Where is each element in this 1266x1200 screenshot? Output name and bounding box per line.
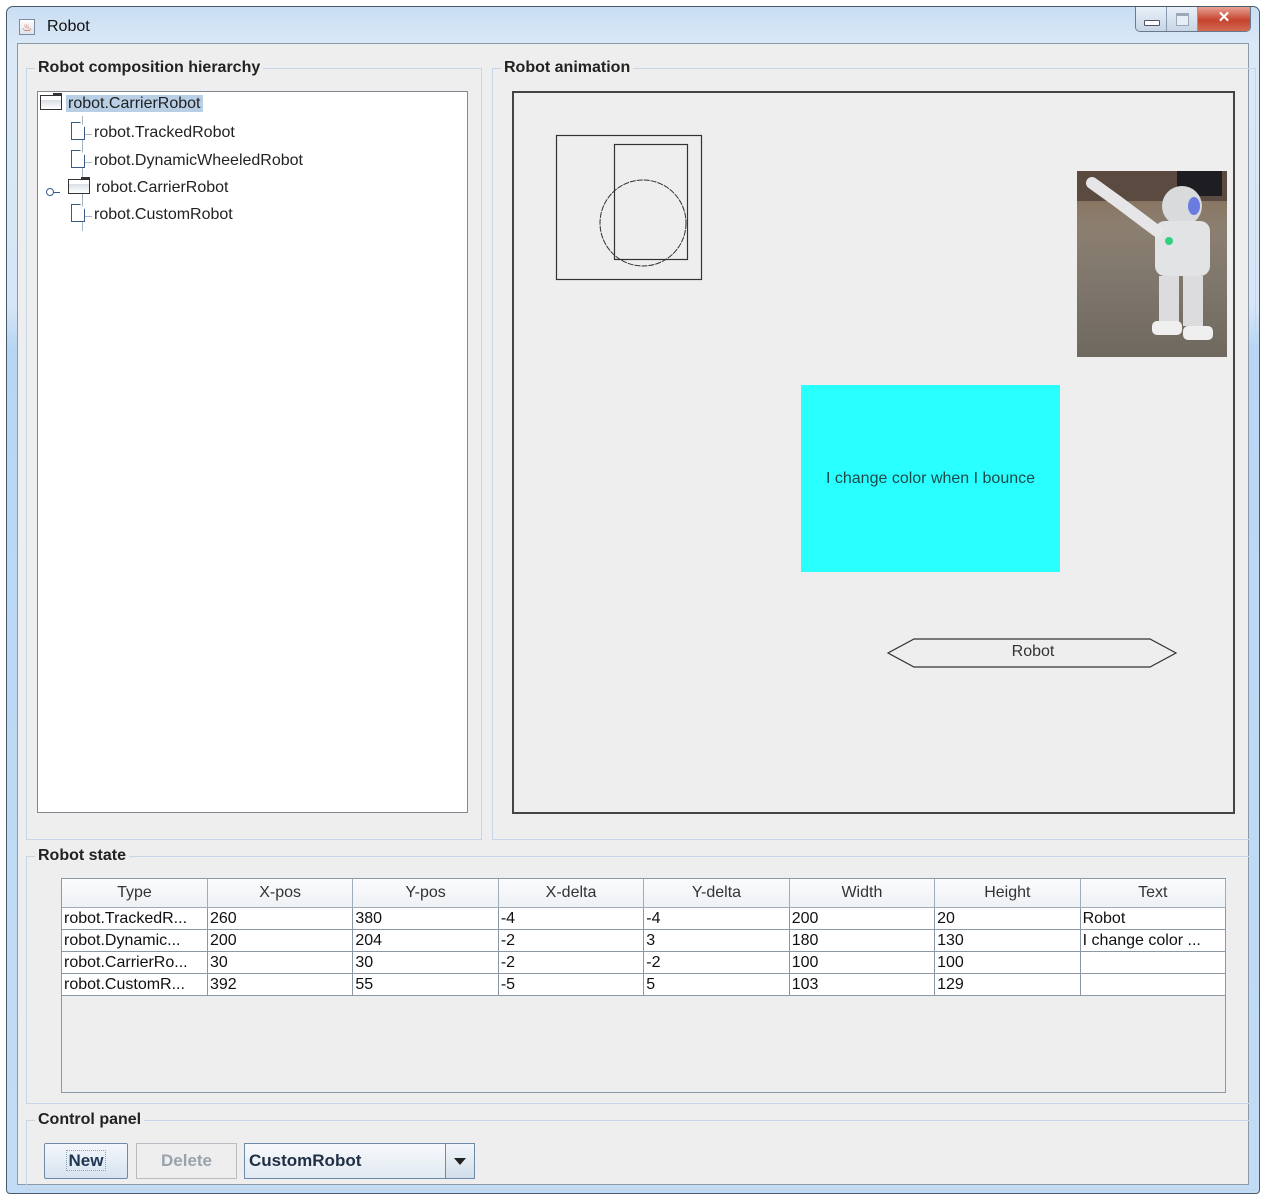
cell-x-delta[interactable]: -2 bbox=[497, 929, 645, 952]
robot-type-selected-value: CustomRobot bbox=[249, 1151, 362, 1170]
column-header-x-delta[interactable]: X-delta bbox=[497, 879, 645, 908]
cell-type[interactable]: robot.CustomR... bbox=[62, 973, 208, 996]
inner-robot-circle bbox=[599, 179, 687, 267]
content-pane: Robot composition hierarchy robot.Carrie… bbox=[17, 43, 1256, 1190]
tree-node-label: robot.CustomRobot bbox=[94, 206, 233, 223]
column-header-width[interactable]: Width bbox=[788, 879, 936, 908]
nao-robot-illustration bbox=[1077, 171, 1227, 340]
tree-node[interactable]: robot.CustomRobot bbox=[71, 203, 235, 227]
tree-node-root[interactable]: robot.CarrierRobot bbox=[40, 92, 203, 116]
animation-canvas[interactable]: I change color when I bounce Robot bbox=[512, 91, 1235, 814]
cell-text[interactable] bbox=[1079, 973, 1227, 996]
folder-icon bbox=[40, 93, 62, 110]
control-panel-title: Control panel bbox=[35, 1110, 145, 1130]
table-row[interactable]: robot.CustomR... 392 55 -5 5 103 129 bbox=[62, 973, 1227, 996]
cell-x-delta[interactable]: -5 bbox=[497, 973, 645, 996]
cell-height[interactable]: 129 bbox=[934, 973, 1081, 996]
column-header-height[interactable]: Height bbox=[934, 879, 1081, 908]
maximize-button[interactable] bbox=[1167, 7, 1198, 31]
new-robot-button[interactable]: New bbox=[44, 1143, 128, 1179]
table-row[interactable]: robot.TrackedR... 260 380 -4 -4 200 20 R… bbox=[62, 907, 1227, 930]
cell-y-pos[interactable]: 55 bbox=[352, 973, 499, 996]
maximize-icon bbox=[1176, 13, 1189, 26]
file-icon bbox=[71, 204, 85, 222]
minimize-button[interactable] bbox=[1136, 7, 1167, 31]
column-header-y-pos[interactable]: Y-pos bbox=[352, 879, 499, 908]
carrier-robot-frame bbox=[555, 134, 703, 281]
animation-panel-title: Robot animation bbox=[501, 58, 634, 78]
close-button[interactable]: ✕ bbox=[1198, 7, 1250, 31]
tree-node[interactable]: robot.DynamicWheeledRobot bbox=[71, 149, 305, 173]
dynamic-wheeled-robot: I change color when I bounce bbox=[801, 385, 1060, 572]
cell-x-pos[interactable]: 260 bbox=[206, 907, 354, 930]
state-panel-title: Robot state bbox=[35, 846, 129, 866]
file-icon bbox=[71, 150, 85, 168]
cell-height[interactable]: 20 bbox=[934, 907, 1081, 930]
delete-robot-button[interactable]: Delete bbox=[136, 1143, 237, 1179]
cell-x-pos[interactable]: 30 bbox=[206, 951, 354, 974]
new-button-label: New bbox=[65, 1150, 107, 1171]
robot-type-select[interactable]: CustomRobot bbox=[244, 1143, 475, 1179]
cell-x-pos[interactable]: 200 bbox=[206, 929, 354, 952]
folder-icon bbox=[68, 177, 90, 194]
cell-width[interactable]: 100 bbox=[788, 951, 936, 974]
tree-node-label: robot.TrackedRobot bbox=[94, 124, 235, 141]
state-table-grid: Type X-pos Y-pos X-delta Y-delta Width H… bbox=[62, 879, 1227, 996]
cell-y-delta[interactable]: 3 bbox=[643, 929, 790, 952]
tree-node-label: robot.CarrierRobot bbox=[96, 179, 229, 196]
column-header-text[interactable]: Text bbox=[1079, 879, 1227, 908]
cell-height[interactable]: 130 bbox=[934, 929, 1081, 952]
hierarchy-panel-title: Robot composition hierarchy bbox=[35, 58, 264, 78]
tracked-robot-label: Robot bbox=[1011, 643, 1055, 660]
cell-y-delta[interactable]: 5 bbox=[643, 973, 790, 996]
tree-node[interactable]: robot.CarrierRobot bbox=[68, 176, 231, 200]
java-app-icon: ♨ bbox=[19, 19, 35, 35]
cell-width[interactable]: 103 bbox=[788, 973, 936, 996]
cell-width[interactable]: 200 bbox=[788, 907, 936, 930]
inner-robot-rect bbox=[613, 143, 689, 261]
table-header-row: Type X-pos Y-pos X-delta Y-delta Width H… bbox=[62, 879, 1227, 908]
state-table[interactable]: Type X-pos Y-pos X-delta Y-delta Width H… bbox=[61, 878, 1227, 1093]
expand-handle-line bbox=[53, 192, 60, 193]
cell-y-pos[interactable]: 204 bbox=[352, 929, 499, 952]
app-window: ♨ Robot ✕ Robot composition hierarchy ro… bbox=[6, 6, 1260, 1194]
column-header-y-delta[interactable]: Y-delta bbox=[643, 879, 790, 908]
dynamic-robot-text: I change color when I bounce bbox=[825, 469, 1036, 487]
cell-type[interactable]: robot.CarrierRo... bbox=[62, 951, 208, 974]
minimize-icon bbox=[1144, 20, 1160, 26]
cell-y-delta[interactable]: -2 bbox=[643, 951, 790, 974]
file-icon bbox=[71, 122, 85, 140]
cell-type[interactable]: robot.Dynamic... bbox=[62, 929, 208, 952]
cell-y-pos[interactable]: 30 bbox=[352, 951, 499, 974]
composition-tree[interactable]: robot.CarrierRobot robot.TrackedRobot ro… bbox=[37, 91, 468, 813]
chevron-down-icon[interactable] bbox=[445, 1144, 474, 1178]
title-bar[interactable]: ♨ Robot ✕ bbox=[7, 7, 1259, 43]
window-controls: ✕ bbox=[1135, 7, 1251, 32]
cell-y-pos[interactable]: 380 bbox=[352, 907, 499, 930]
nao-robot-image bbox=[1077, 171, 1227, 357]
cell-text[interactable]: I change color ... bbox=[1079, 929, 1227, 952]
tree-node-label: robot.CarrierRobot bbox=[66, 95, 203, 112]
cell-text[interactable]: Robot bbox=[1079, 907, 1227, 930]
cell-x-delta[interactable]: -4 bbox=[497, 907, 645, 930]
cell-x-delta[interactable]: -2 bbox=[497, 951, 645, 974]
column-header-type[interactable]: Type bbox=[62, 879, 208, 908]
cell-text[interactable] bbox=[1079, 951, 1227, 974]
cell-x-pos[interactable]: 392 bbox=[206, 973, 354, 996]
cell-width[interactable]: 180 bbox=[788, 929, 936, 952]
tree-node[interactable]: robot.TrackedRobot bbox=[71, 121, 237, 145]
tree-node-label: robot.DynamicWheeledRobot bbox=[94, 152, 303, 169]
table-row[interactable]: robot.CarrierRo... 30 30 -2 -2 100 100 bbox=[62, 951, 1227, 974]
cell-height[interactable]: 100 bbox=[934, 951, 1081, 974]
window-title: Robot bbox=[47, 18, 90, 35]
cell-type[interactable]: robot.TrackedR... bbox=[62, 907, 208, 930]
column-header-x-pos[interactable]: X-pos bbox=[206, 879, 354, 908]
table-row[interactable]: robot.Dynamic... 200 204 -2 3 180 130 I … bbox=[62, 929, 1227, 952]
cell-y-delta[interactable]: -4 bbox=[643, 907, 790, 930]
close-icon: ✕ bbox=[1217, 9, 1231, 26]
